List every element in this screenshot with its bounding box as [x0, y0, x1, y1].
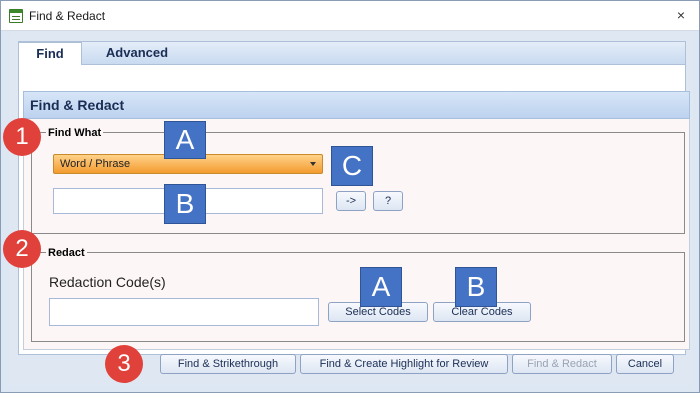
- find-redact-dialog: Find & Redact × Find Advanced Find & Red…: [0, 0, 700, 393]
- callout-number-2: 2: [3, 230, 41, 268]
- tab-strip: Find Advanced: [18, 41, 686, 68]
- insert-button[interactable]: ->: [336, 191, 366, 211]
- redaction-codes-input[interactable]: [49, 298, 319, 326]
- callout-a-select-codes: A: [360, 267, 402, 307]
- redact-group: [31, 252, 685, 342]
- callout-c-buttons: C: [331, 146, 373, 186]
- title-bar: Find & Redact ×: [1, 1, 699, 31]
- redaction-codes-label: Redaction Code(s): [49, 274, 166, 290]
- chevron-down-icon: [310, 162, 316, 166]
- section-title: Find & Redact: [30, 97, 125, 113]
- section-header: Find & Redact: [23, 91, 690, 119]
- find-what-legend: Find What: [46, 127, 104, 139]
- find-redact-button[interactable]: Find & Redact: [512, 354, 612, 374]
- callout-a-dropdown: A: [164, 121, 206, 159]
- close-button[interactable]: ×: [677, 7, 685, 23]
- window-title: Find & Redact: [29, 9, 106, 23]
- help-button[interactable]: ?: [373, 191, 403, 211]
- form-icon: [9, 9, 23, 23]
- callout-number-1: 1: [3, 118, 41, 156]
- tab-advanced[interactable]: Advanced: [89, 42, 185, 66]
- cancel-button[interactable]: Cancel: [616, 354, 674, 374]
- find-strikethrough-button[interactable]: Find & Strikethrough: [160, 354, 296, 374]
- callout-b-clear-codes: B: [455, 267, 497, 307]
- find-highlight-button[interactable]: Find & Create Highlight for Review: [300, 354, 508, 374]
- dropdown-value: Word / Phrase: [60, 158, 131, 170]
- callout-b-input: B: [164, 184, 206, 224]
- callout-number-3: 3: [105, 345, 143, 383]
- redact-legend: Redact: [46, 247, 87, 259]
